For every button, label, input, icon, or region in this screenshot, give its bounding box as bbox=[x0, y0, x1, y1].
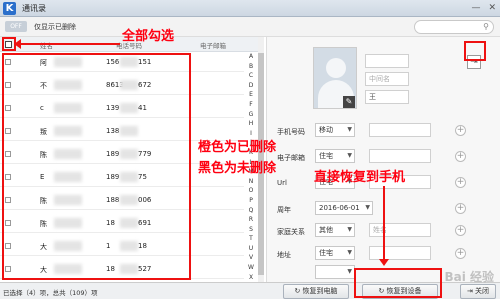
email-type-select[interactable]: 住宅 ▼ bbox=[315, 149, 355, 163]
alphabet-letter[interactable]: R bbox=[249, 215, 253, 225]
anniversary-date-select[interactable]: 2016-06-01 ▼ bbox=[315, 201, 373, 215]
address-type-select[interactable]: 住宅 ▼ bbox=[315, 246, 355, 260]
alphabet-letter[interactable]: O bbox=[249, 186, 254, 196]
search-icon[interactable]: ⚲ bbox=[483, 22, 489, 31]
window-controls: — ✕ bbox=[471, 3, 496, 13]
alphabet-letter[interactable]: F bbox=[249, 100, 252, 110]
label-phone: 手机号码 bbox=[277, 128, 305, 136]
label-url: Url bbox=[277, 179, 287, 187]
middle-name-field[interactable]: 中间名 bbox=[365, 72, 409, 86]
label-email: 电子邮箱 bbox=[277, 154, 305, 162]
relation-name-field[interactable]: 姓名 bbox=[369, 223, 431, 237]
annotation-select-all: 全部勾选 bbox=[122, 29, 175, 44]
alphabet-letter[interactable]: G bbox=[249, 110, 254, 120]
restore-to-pc-button[interactable]: ↻ 恢复到电脑 bbox=[283, 284, 349, 299]
toolbar: OFF 仅显示已删除 ⚲ bbox=[0, 17, 500, 37]
last-name-field[interactable]: 王 bbox=[365, 90, 409, 104]
add-phone-icon[interactable]: + bbox=[455, 125, 466, 136]
export-highlight bbox=[464, 41, 486, 61]
add-date-icon[interactable]: + bbox=[455, 203, 466, 214]
add-relation-icon[interactable]: + bbox=[455, 225, 466, 236]
restore-arrow bbox=[379, 186, 389, 266]
alphabet-letter[interactable]: H bbox=[249, 119, 254, 129]
alphabet-letter[interactable]: N bbox=[249, 177, 254, 187]
phone-field[interactable] bbox=[369, 123, 431, 137]
deleted-only-toggle[interactable]: OFF bbox=[5, 21, 27, 32]
alphabet-letter[interactable]: P bbox=[249, 196, 253, 206]
annotation-black-not-deleted: 黑色为未删除 bbox=[198, 161, 277, 176]
address-field[interactable] bbox=[369, 246, 431, 260]
phone-type-select[interactable]: 移动 ▼ bbox=[315, 123, 355, 137]
selection-status: 已选择（4）项，总共（109）项 bbox=[3, 289, 98, 297]
minimize-icon[interactable]: — bbox=[471, 3, 480, 13]
window-title: 通讯录 bbox=[22, 4, 46, 13]
title-bar: K 通讯录 — ✕ bbox=[0, 0, 500, 17]
select-all-arrow bbox=[14, 39, 120, 49]
alphabet-letter[interactable]: T bbox=[249, 234, 253, 244]
alphabet-letter[interactable]: S bbox=[249, 225, 253, 235]
deleted-only-label: 仅显示已删除 bbox=[34, 23, 76, 31]
search-input[interactable]: ⚲ bbox=[414, 20, 494, 34]
label-anniversary: 周年 bbox=[277, 206, 291, 214]
close-button[interactable]: ⇥ 关闭 bbox=[460, 284, 496, 299]
add-url-icon[interactable]: + bbox=[455, 177, 466, 188]
first-name-field[interactable] bbox=[365, 54, 409, 68]
list-highlight bbox=[2, 53, 191, 280]
alphabet-letter[interactable]: V bbox=[249, 253, 253, 263]
alphabet-letter[interactable]: B bbox=[249, 62, 253, 72]
close-icon[interactable]: ✕ bbox=[488, 3, 496, 13]
edit-avatar-icon[interactable]: ✎ bbox=[343, 96, 355, 108]
column-email[interactable]: 电子邮箱 bbox=[200, 40, 226, 50]
alphabet-letter[interactable]: C bbox=[249, 71, 253, 81]
add-email-icon[interactable]: + bbox=[455, 151, 466, 162]
annotation-orange-deleted: 橙色为已删除 bbox=[198, 140, 277, 155]
alphabet-letter[interactable]: D bbox=[249, 81, 254, 91]
restore-highlight bbox=[354, 268, 442, 298]
address-country-select[interactable]: ▼ bbox=[315, 265, 355, 279]
label-address: 地址 bbox=[277, 251, 291, 259]
app-logo-icon: K bbox=[3, 2, 16, 15]
relation-type-select[interactable]: 其他 ▼ bbox=[315, 223, 355, 237]
alphabet-letter[interactable]: Q bbox=[249, 206, 254, 216]
annotation-restore-phone: 直接恢复到手机 bbox=[314, 170, 406, 185]
watermark: Bai 经验 bbox=[444, 270, 494, 284]
add-address-icon[interactable]: + bbox=[455, 248, 466, 259]
alphabet-letter[interactable]: U bbox=[249, 244, 253, 254]
alphabet-letter[interactable]: E bbox=[249, 90, 253, 100]
alphabet-letter[interactable]: X bbox=[249, 273, 253, 283]
label-relation: 家庭关系 bbox=[277, 228, 305, 236]
column-name[interactable]: 姓名 bbox=[40, 40, 53, 50]
alphabet-letter[interactable]: W bbox=[248, 263, 254, 273]
email-field[interactable] bbox=[369, 149, 431, 163]
alphabet-letter[interactable]: A bbox=[249, 52, 253, 62]
